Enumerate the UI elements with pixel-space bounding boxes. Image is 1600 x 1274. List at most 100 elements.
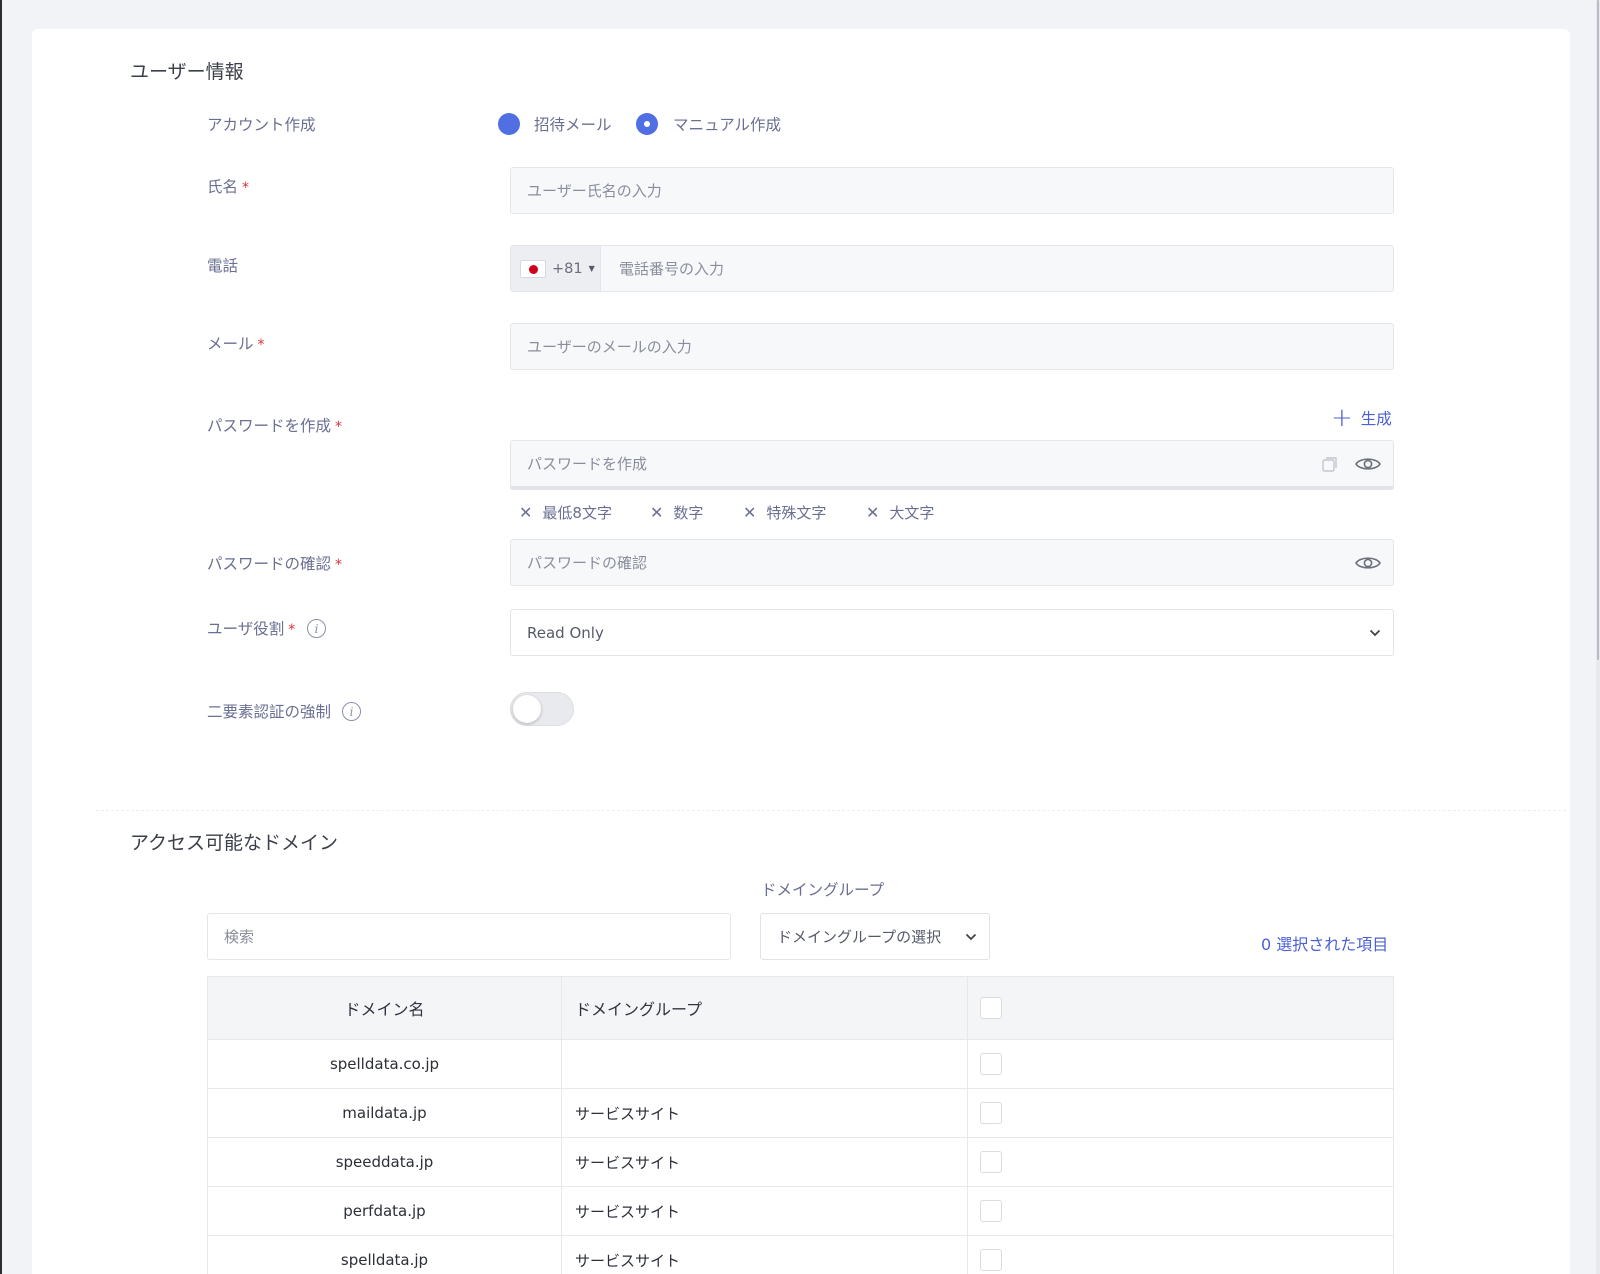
select-all-checkbox[interactable] [980,997,1002,1019]
window-edge [0,0,2,1274]
user-role-label-text: ユーザ役割 [207,620,285,638]
password-confirm-label-text: パスワードの確認 [207,555,332,573]
name-label: 氏名 * [207,175,249,197]
domain-name-cell: spelldata.jp [207,1235,562,1274]
two-factor-toggle[interactable] [510,692,574,726]
radio-manual-create[interactable] [636,113,658,135]
name-input[interactable]: ユーザー氏名の入力 [510,167,1394,214]
eye-icon[interactable] [1355,555,1381,571]
row-checkbox[interactable] [980,1102,1002,1124]
domain-name-cell: spelldata.co.jp [207,1039,562,1089]
password-input-placeholder: パスワードを作成 [527,455,648,473]
rule-text: 最低8文字 [542,504,612,522]
row-checkbox[interactable] [980,1249,1002,1271]
account-creation-label: アカウント作成 [207,116,316,134]
domain-group-select[interactable]: ドメイングループの選択 [760,913,990,960]
column-header-select-all [967,976,1394,1040]
user-role-label: ユーザ役割 * [207,617,295,639]
domain-group-cell [561,1039,968,1089]
section-title-domains: アクセス可能なドメイン [130,832,339,854]
eye-icon[interactable] [1355,456,1381,472]
domain-name-cell: perfdata.jp [207,1186,562,1236]
password-confirm-label: パスワードの確認 * [207,552,342,574]
radio-invite-mail[interactable] [498,113,520,135]
password-confirm-placeholder: パスワードの確認 [527,554,648,572]
column-header-domain-group[interactable]: ドメイングループ [561,976,968,1040]
row-checkbox-cell [967,1186,1394,1236]
required-mark: * [335,557,343,573]
phone-input[interactable]: +81 ▼ 電話番号の入力 [510,245,1394,292]
info-icon[interactable]: i [342,702,361,721]
phone-input-placeholder: 電話番号の入力 [619,260,725,278]
email-input-placeholder: ユーザーのメールの入力 [527,338,692,356]
country-code: +81 [552,260,583,277]
close-icon: ✕ [866,503,880,522]
table-row: spelldata.co.jp [207,1039,1394,1089]
domain-group-cell: サービスサイト [561,1088,968,1138]
generate-label: 生成 [1360,410,1392,428]
caret-down-icon: ▼ [588,264,595,273]
chevron-down-icon [1369,629,1381,637]
domain-group-filter-label: ドメイングループ [761,881,885,899]
row-checkbox[interactable] [980,1053,1002,1075]
radio-manual-create-label[interactable]: マニュアル作成 [673,113,781,135]
generate-password-button[interactable]: + 生成 [1331,405,1392,431]
domain-group-cell: サービスサイト [561,1186,968,1236]
required-mark: * [288,622,296,638]
section-divider [96,810,1566,811]
required-mark: * [257,337,265,353]
password-confirm-input[interactable]: パスワードの確認 [510,539,1394,586]
name-label-text: 氏名 [207,178,239,196]
password-input[interactable]: パスワードを作成 [510,440,1394,490]
section-title-user-info: ユーザー情報 [130,61,244,83]
email-label-text: メール [207,335,254,353]
toggle-knob [513,695,541,723]
close-icon: ✕ [650,503,664,522]
email-label: メール * [207,332,265,354]
row-checkbox-cell [967,1039,1394,1089]
close-icon: ✕ [743,503,757,522]
password-rule-number: ✕ 数字 [650,502,703,523]
domain-group-cell: サービスサイト [561,1235,968,1274]
row-checkbox-cell [967,1088,1394,1138]
table-row: spelldata.jp サービスサイト [207,1235,1394,1274]
two-factor-label: 二要素認証の強制 [207,703,332,721]
scrollbar-thumb[interactable] [1597,0,1599,660]
rule-text: 大文字 [889,504,935,522]
password-label: パスワードを作成 * [207,414,342,436]
flag-icon [520,259,546,278]
password-rule-special: ✕ 特殊文字 [743,502,826,523]
info-icon[interactable]: i [307,619,326,638]
email-input[interactable]: ユーザーのメールの入力 [510,323,1394,370]
copy-icon[interactable] [1321,455,1339,473]
selected-count: 0 選択された項目 [1261,935,1389,954]
radio-invite-mail-label[interactable]: 招待メール [534,113,612,135]
domain-group-cell: サービスサイト [561,1137,968,1187]
domain-group-select-placeholder: ドメイングループの選択 [777,928,942,946]
rule-text: 数字 [673,504,704,522]
domain-search-input[interactable]: 検索 [207,913,731,960]
required-mark: * [242,180,250,196]
domain-name-cell: speeddata.jp [207,1137,562,1187]
chevron-down-icon [965,933,977,941]
table-row: maildata.jp サービスサイト [207,1088,1394,1138]
password-rule-min-length: ✕ 最低8文字 [519,502,612,523]
rule-text: 特殊文字 [766,504,827,522]
domain-name-cell: maildata.jp [207,1088,562,1138]
table-header-row: ドメイン名 ドメイングループ [207,976,1394,1040]
user-role-select[interactable]: Read Only [510,609,1394,656]
required-mark: * [335,419,343,435]
table-row: speeddata.jp サービスサイト [207,1137,1394,1187]
table-row: perfdata.jp サービスサイト [207,1186,1394,1236]
phone-label: 電話 [207,257,239,275]
domain-search-placeholder: 検索 [224,928,255,946]
row-checkbox[interactable] [980,1200,1002,1222]
password-rule-uppercase: ✕ 大文字 [866,502,934,523]
row-checkbox-cell [967,1235,1394,1274]
row-checkbox-cell [967,1137,1394,1187]
row-checkbox[interactable] [980,1151,1002,1173]
country-code-selector[interactable]: +81 ▼ [511,246,601,291]
domains-table: ドメイン名 ドメイングループ spelldata.co.jp maildata.… [207,976,1394,1274]
column-header-domain-name[interactable]: ドメイン名 [207,976,562,1040]
user-role-value: Read Only [527,623,604,642]
